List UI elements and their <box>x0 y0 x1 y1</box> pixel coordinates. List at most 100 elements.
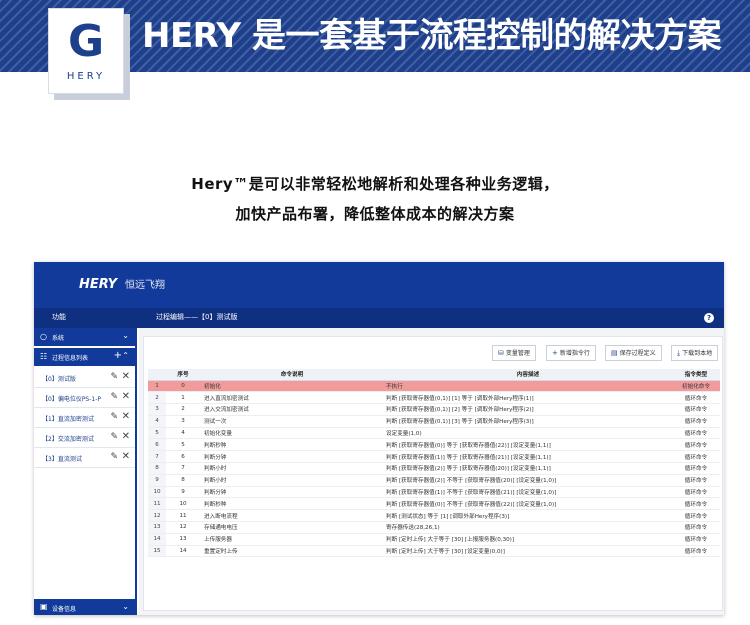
download-icon: ⤓ <box>677 349 681 357</box>
sequence-cell: 6 <box>166 450 200 464</box>
command-type-cell: 循环命令 <box>672 450 720 464</box>
save-definition-button[interactable]: ▤ 保存过程定义 <box>605 345 662 361</box>
content-desc-cell: 判断 [获取寄存器值(0,1)] [2] 等于 [调取外部Hery程序(2)] <box>384 403 672 416</box>
table-row[interactable]: 12 11 进入断电流程 判断 [测试状态] 等于 [1] [调取外部Hery程序(3… <box>148 509 720 523</box>
delete-icon[interactable]: ✕ <box>122 391 130 402</box>
circle-icon: ○ <box>40 332 47 341</box>
command-type-cell: 循环命令 <box>672 438 720 452</box>
function-label: 功能 <box>52 313 66 321</box>
process-item-label: 【0】偏电位仪PS-1-P <box>42 396 102 403</box>
list-icon: ☷ <box>40 352 48 361</box>
command-desc-cell: 进入直流加密测试 <box>200 391 384 405</box>
banner-title: HERY 是一套基于流程控制的解决方案 <box>142 16 721 56</box>
content-desc-cell: 判断 [获取寄存器值(0,1)] [1] 等于 [调取外部Hery程序(1)] <box>384 391 672 405</box>
table-row[interactable]: 13 12 存储通电电压 寄存器传送(28,26,1) 循环命令 <box>148 521 720 534</box>
table-row[interactable]: 4 3 测试一次 判断 [获取寄存器值(0,1)] [3] 等于 [调取外部Hery程… <box>148 415 720 428</box>
sequence-cell: 8 <box>166 474 200 487</box>
table-header-row: 序号 命令说明 内容描述 指令类型 <box>148 369 720 381</box>
delete-icon[interactable]: ✕ <box>122 451 130 462</box>
command-desc-cell: 判断分钟 <box>200 486 384 499</box>
column-header-desc: 命令说明 <box>200 369 384 381</box>
main-pane: ⛁ 变量管理 + 新增指令行 ▤ 保存过程定义 ⤓ 下载到本地 序号 命令说明 … <box>139 328 724 615</box>
intro-line-2: 加快产品布署，降低整体成本的解决方案 <box>235 205 515 223</box>
row-index-cell: 3 <box>148 403 166 416</box>
sequence-cell: 10 <box>166 497 200 511</box>
save-icon: ▤ <box>611 349 618 357</box>
process-item-label: 【1】直流加密测试 <box>42 416 94 423</box>
chevron-up-icon[interactable]: ⌃ <box>122 351 129 360</box>
table-row[interactable]: 10 9 判断分钟 判断 [获取寄存器值(1)] 不等于 [获取寄存器值(21)] [… <box>148 486 720 499</box>
sequence-cell: 2 <box>166 403 200 416</box>
content-desc-cell: 寄存器传送(28,26,1) <box>384 521 672 534</box>
sequence-cell: 1 <box>166 391 200 405</box>
command-desc-cell: 上传服务器 <box>200 533 384 546</box>
sidebar-process-item[interactable]: 【2】交流加密测试 ✎ ✕ <box>34 428 135 448</box>
command-desc-cell: 存储通电电压 <box>200 521 384 534</box>
monitor-icon: ▣ <box>40 602 48 611</box>
command-type-cell: 循环命令 <box>672 415 720 428</box>
sidebar-process-item[interactable]: 【3】直流测试 ✎ ✕ <box>34 448 135 468</box>
table-row[interactable]: 3 2 进入交流加密测试 判断 [获取寄存器值(0,1)] [2] 等于 [调取外部H… <box>148 403 720 416</box>
chevron-down-icon: ⌄ <box>122 602 129 611</box>
app-brand: HERY 恒远飞翔 <box>79 276 165 292</box>
content-desc-cell: 判断 [获取寄存器值(0)] 等于 [获取寄存器值(22)] [设定变量(1,1… <box>384 438 672 452</box>
row-index-cell: 10 <box>148 486 166 499</box>
edit-icon[interactable]: ✎ <box>110 412 118 422</box>
help-icon[interactable]: ? <box>704 313 714 323</box>
sidebar-process-item[interactable]: 【0】偏电位仪PS-1-P ✎ ✕ <box>34 388 135 408</box>
edit-icon[interactable]: ✎ <box>110 432 118 442</box>
sequence-cell: 0 <box>166 380 200 393</box>
sidebar-process-item[interactable]: 【1】直流加密测试 ✎ ✕ <box>34 408 135 428</box>
content-desc-cell: 判断 [定时上传] 大于等于 [30] [上报服务器(0,30)] <box>384 533 672 546</box>
row-index-cell: 15 <box>148 545 166 558</box>
database-icon: ⛁ <box>498 349 504 357</box>
process-list-label: 过程信息列表 <box>52 355 89 362</box>
table-row[interactable]: 1 0 初始化 不执行 初始化命令 <box>148 380 720 393</box>
delete-icon[interactable]: ✕ <box>122 411 130 422</box>
row-index-cell: 13 <box>148 521 166 534</box>
command-type-cell: 循环命令 <box>672 391 720 405</box>
process-item-label: 【0】测试版 <box>42 376 76 383</box>
intro-line-1: Hery™是可以非常轻松地解析和处理各种业务逻辑， <box>191 175 559 193</box>
table-row[interactable]: 15 14 重置定时上传 判断 [定时上传] 大于等于 [30] [设定变量(0,0)… <box>148 545 720 558</box>
table-row[interactable]: 6 5 判断秒种 判断 [获取寄存器值(0)] 等于 [获取寄存器值(22)] [设定… <box>148 438 720 452</box>
command-type-cell: 循环命令 <box>672 497 720 511</box>
variable-manage-button[interactable]: ⛁ 变量管理 <box>492 345 536 361</box>
edit-icon[interactable]: ✎ <box>110 372 118 382</box>
sequence-cell: 3 <box>166 415 200 428</box>
table-row[interactable]: 11 10 判断秒种 判断 [获取寄存器值(0)] 不等于 [获取寄存器值(22)] … <box>148 497 720 511</box>
chevron-down-icon: ⌄ <box>122 331 129 340</box>
row-index-cell: 9 <box>148 474 166 487</box>
table-row[interactable]: 9 8 判断小时 判断 [获取寄存器值(2)] 不等于 [获取寄存器值(20)] [设… <box>148 474 720 487</box>
content-desc-cell: 判断 [获取寄存器值(0)] 不等于 [获取寄存器值(22)] [设定变量(1,… <box>384 497 672 511</box>
table-row[interactable]: 5 4 初始化变量 设定变量(1,0) 循环命令 <box>148 427 720 440</box>
row-index-cell: 12 <box>148 509 166 523</box>
content-desc-cell: 设定变量(1,0) <box>384 427 672 440</box>
sidebar-footer-device-info[interactable]: ▣ 设备信息 ⌄ <box>34 599 135 615</box>
edit-icon[interactable]: ✎ <box>110 392 118 402</box>
download-local-label: 下载到本地 <box>682 350 713 357</box>
content-desc-cell: 判断 [测试状态] 等于 [1] [调取外部Hery程序(3)] <box>384 509 672 523</box>
add-icon[interactable]: + <box>114 350 122 361</box>
sequence-cell: 5 <box>166 438 200 452</box>
table-row[interactable]: 8 7 判断小时 判断 [获取寄存器值(2)] 等于 [获取寄存器值(20)] [设定… <box>148 462 720 475</box>
edit-icon[interactable]: ✎ <box>110 452 118 462</box>
app-subheader: 功能 过程编辑——【0】测试版 ? <box>34 308 724 328</box>
table-row[interactable]: 7 6 判断分钟 判断 [获取寄存器值(1)] 等于 [获取寄存器值(21)] [设定… <box>148 450 720 464</box>
sidebar-process-item[interactable]: 【0】测试版 ✎ ✕ <box>34 368 135 388</box>
column-header-content: 内容描述 <box>384 369 672 381</box>
column-header-type: 指令类型 <box>672 369 720 381</box>
table-row[interactable]: 2 1 进入直流加密测试 判断 [获取寄存器值(0,1)] [1] 等于 [调取外部H… <box>148 391 720 405</box>
app-header: HERY 恒远飞翔 <box>34 262 724 308</box>
content-desc-cell: 判断 [获取寄存器值(1)] 不等于 [获取寄存器值(21)] [设定变量(1,… <box>384 486 672 499</box>
delete-icon[interactable]: ✕ <box>122 431 130 442</box>
sidebar-section-system[interactable]: ○ 系统 ⌄ <box>34 328 135 346</box>
download-local-button[interactable]: ⤓ 下载到本地 <box>671 345 719 361</box>
command-desc-cell: 初始化 <box>200 380 384 393</box>
plus-icon: + <box>552 349 558 357</box>
delete-icon[interactable]: ✕ <box>122 371 130 382</box>
sidebar-section-process-list[interactable]: ☷ 过程信息列表 + ⌃ <box>34 348 135 366</box>
table-row[interactable]: 14 13 上传服务器 判断 [定时上传] 大于等于 [30] [上报服务器(0,30… <box>148 533 720 546</box>
add-command-button[interactable]: + 新增指令行 <box>546 345 596 361</box>
command-type-cell: 循环命令 <box>672 545 720 558</box>
